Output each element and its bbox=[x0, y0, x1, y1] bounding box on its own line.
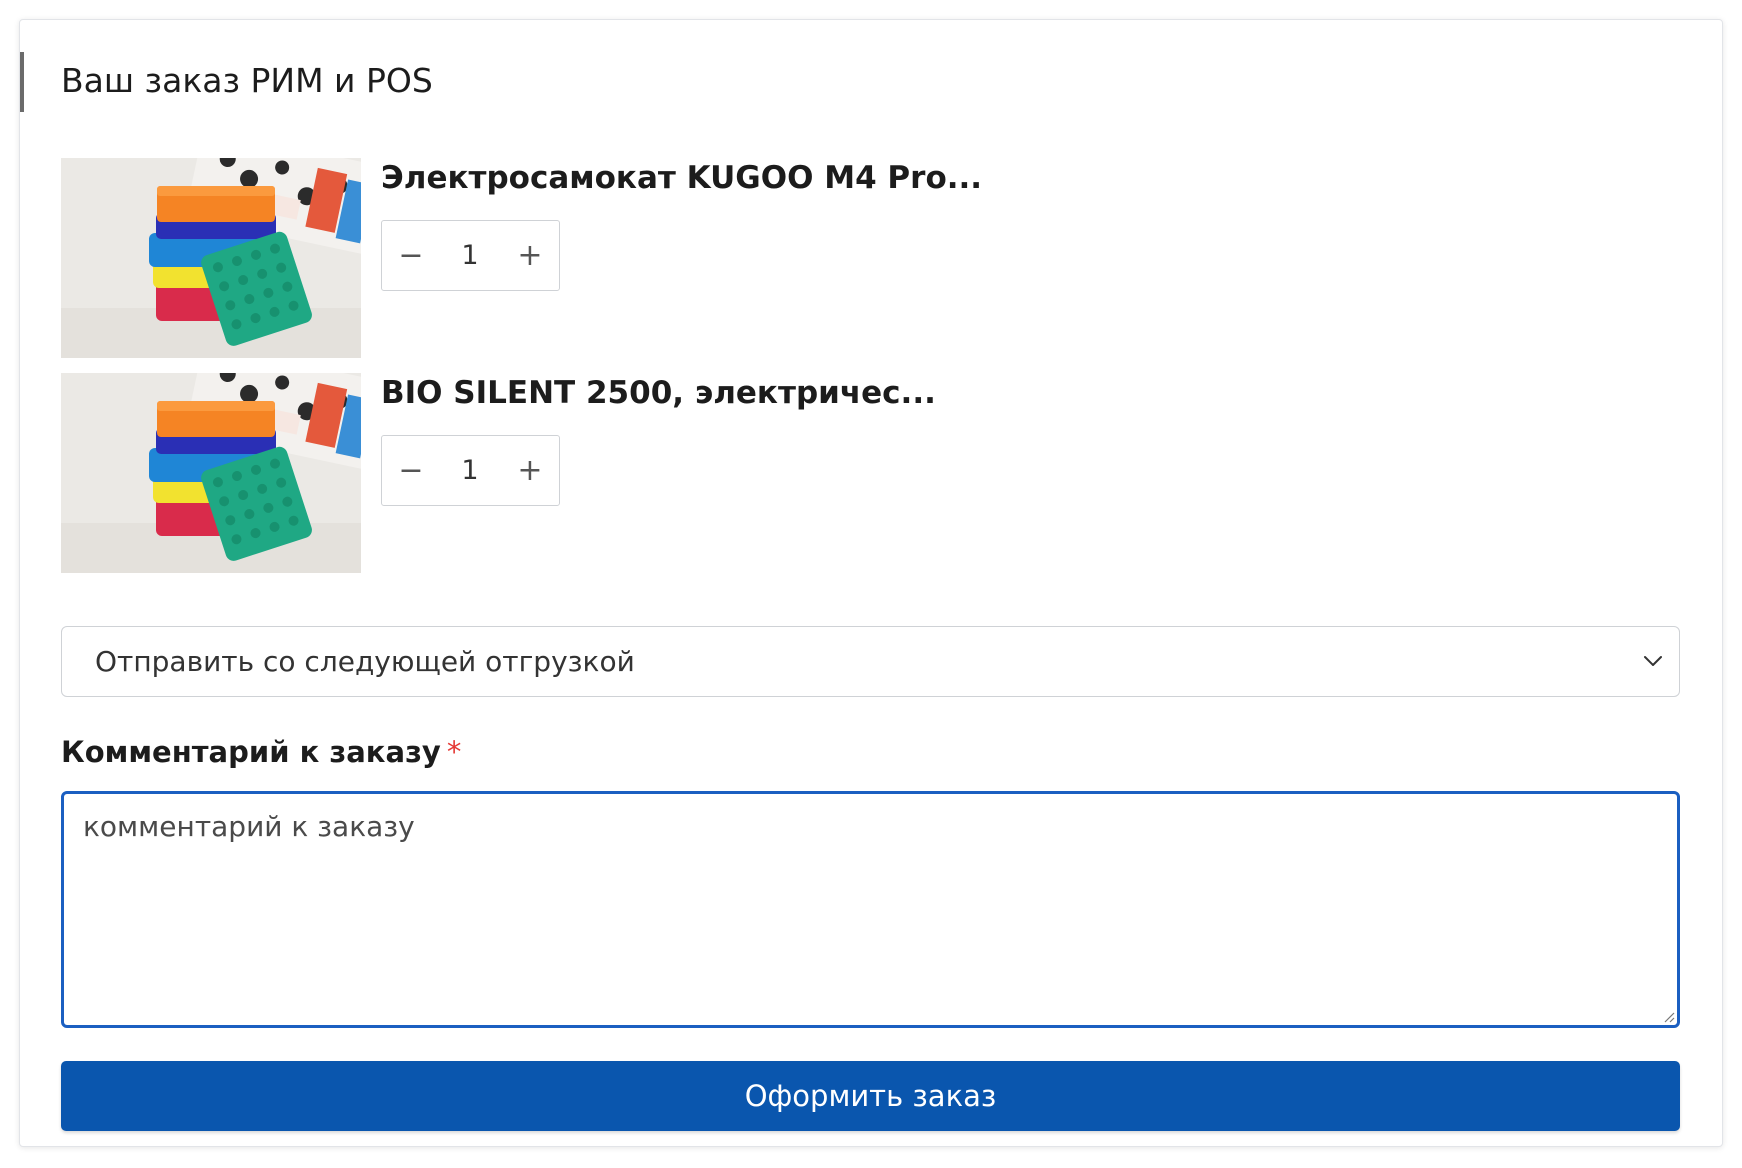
comment-label-text: Комментарий к заказу bbox=[61, 735, 441, 769]
quantity-stepper: − 1 + bbox=[381, 220, 560, 291]
product-name[interactable]: Электросамокат KUGOO M4 Pro... bbox=[381, 158, 982, 198]
comment-label: Комментарий к заказу * bbox=[61, 732, 461, 772]
plus-button[interactable]: + bbox=[501, 436, 559, 504]
required-mark: * bbox=[446, 735, 462, 769]
comment-textarea[interactable]: комментарий к заказу bbox=[61, 791, 1680, 1028]
product-item: BIO SILENT 2500, электричес... − 1 + bbox=[61, 373, 1161, 573]
product-image bbox=[61, 373, 361, 573]
comment-placeholder: комментарий к заказу bbox=[83, 810, 415, 843]
product-image bbox=[61, 158, 361, 358]
product-name[interactable]: BIO SILENT 2500, электричес... bbox=[381, 373, 936, 413]
minus-button[interactable]: − bbox=[382, 436, 440, 504]
minus-button[interactable]: − bbox=[382, 221, 440, 289]
submit-order-button[interactable]: Оформить заказ bbox=[61, 1061, 1680, 1131]
chevron-down-icon bbox=[1644, 656, 1662, 666]
resize-grip-icon[interactable] bbox=[1661, 1009, 1675, 1023]
plus-button[interactable]: + bbox=[501, 221, 559, 289]
shipping-select[interactable]: Отправить со следующей отгрузкой bbox=[61, 626, 1680, 697]
title-accent-bar bbox=[20, 52, 24, 112]
quantity-value[interactable]: 1 bbox=[440, 436, 500, 504]
shipping-select-value: Отправить со следующей отгрузкой bbox=[95, 644, 635, 678]
product-item: Электросамокат KUGOO M4 Pro... − 1 + bbox=[61, 158, 1161, 358]
quantity-stepper: − 1 + bbox=[381, 435, 560, 506]
page-title: Ваш заказ РИМ и POS bbox=[61, 61, 433, 100]
quantity-value[interactable]: 1 bbox=[440, 221, 500, 289]
order-card: Ваш заказ РИМ и POS Электросамокат KUGOO… bbox=[19, 19, 1723, 1147]
